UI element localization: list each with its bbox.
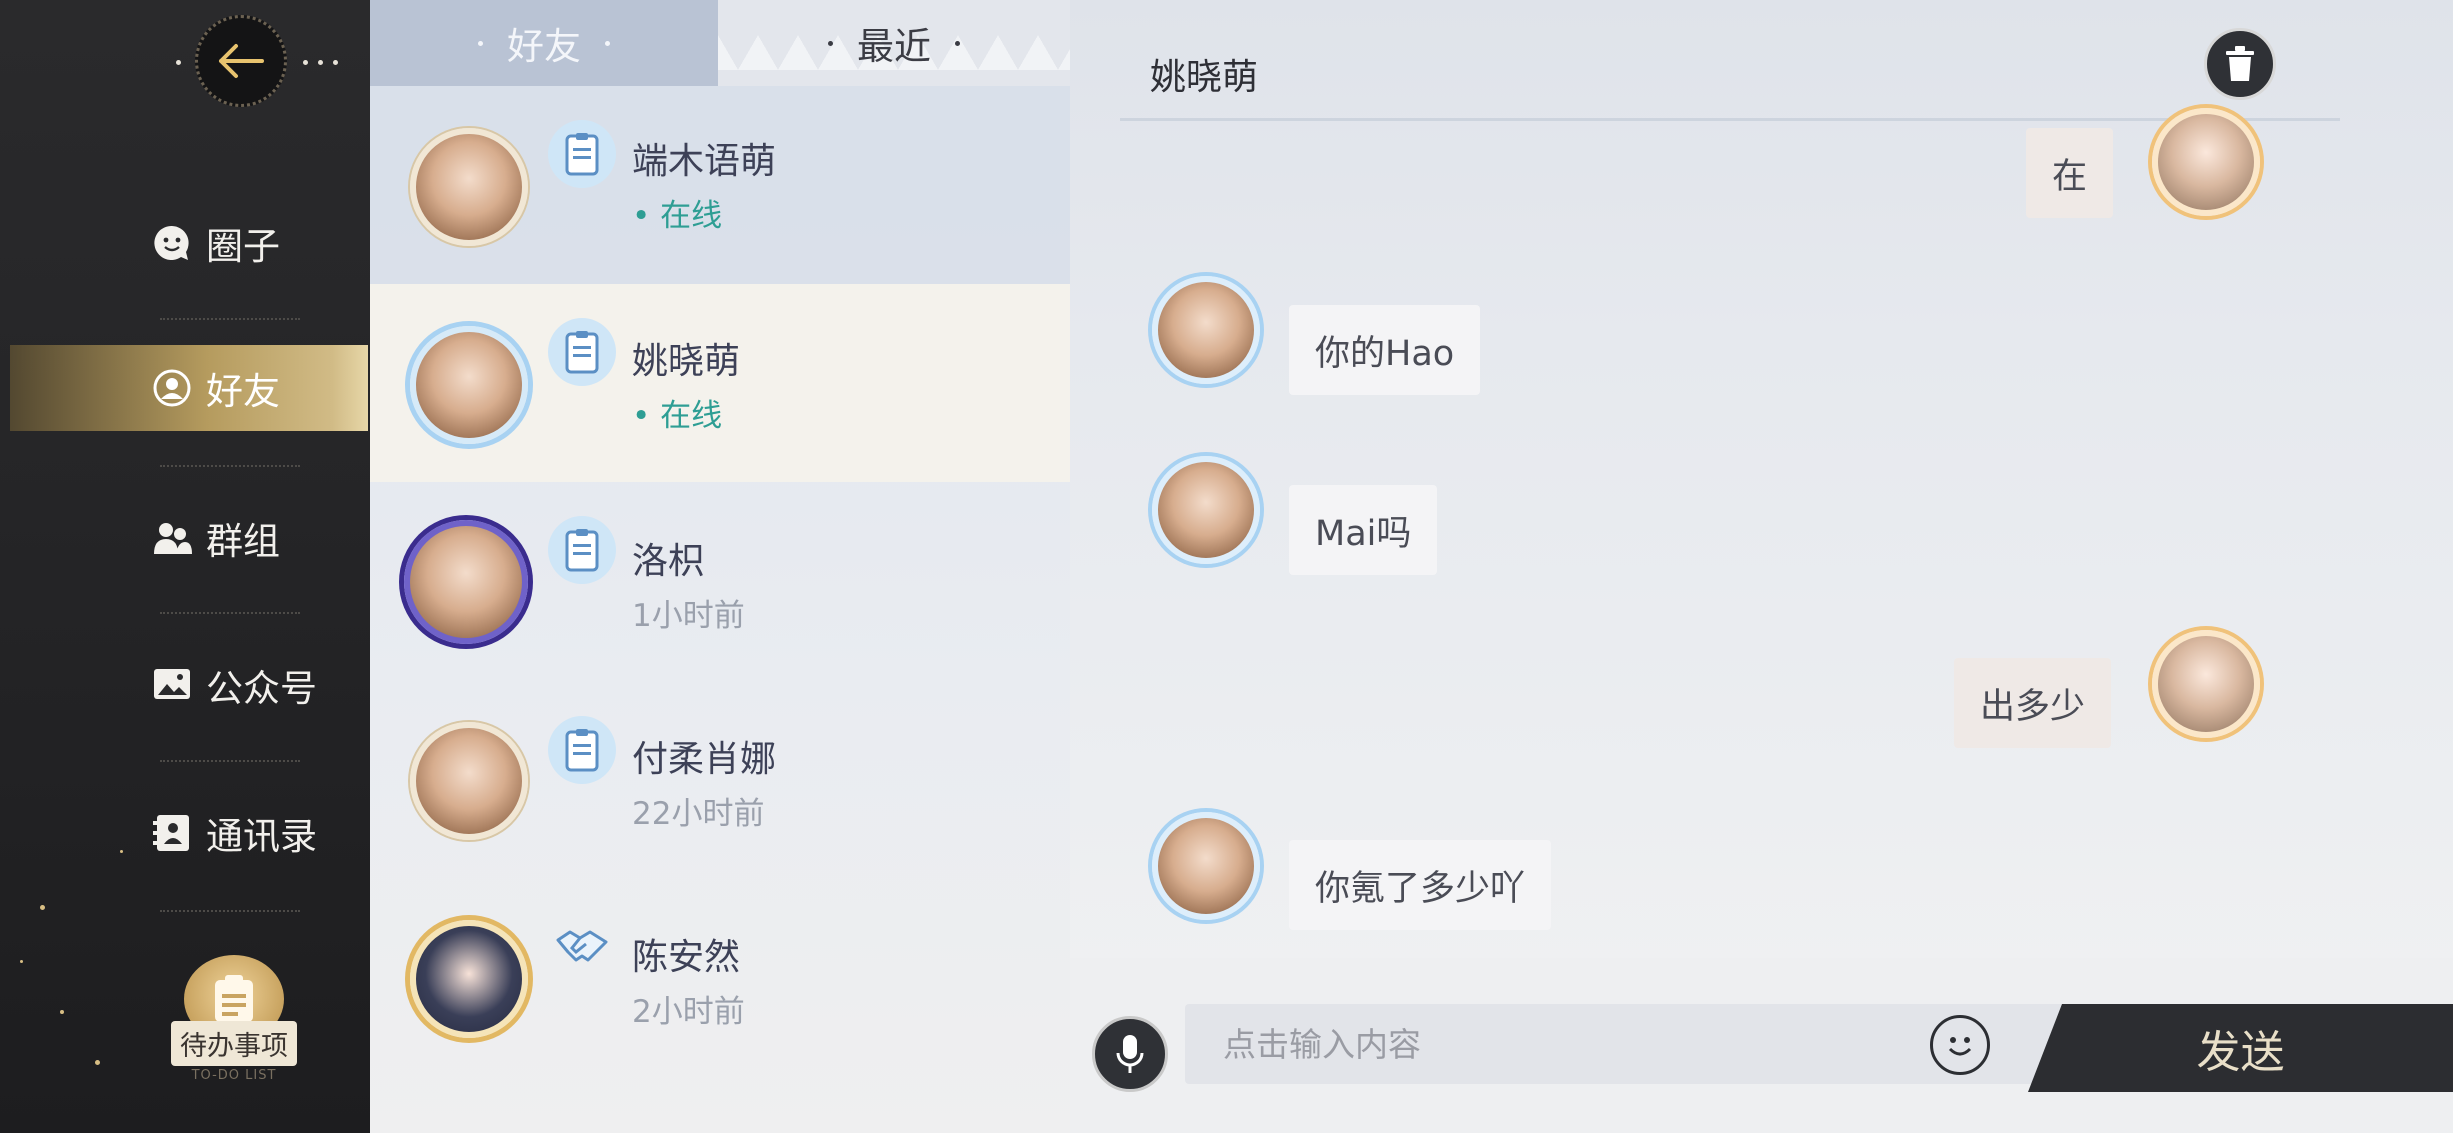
send-label: 发送 xyxy=(2196,1027,2285,1078)
friend-row[interactable]: 付柔肖娜 22小时前 xyxy=(370,680,1070,878)
friend-name: 姚晓萌 xyxy=(632,341,741,382)
friend-row[interactable]: 端木语萌 • 在线 xyxy=(370,86,1070,284)
friend-row[interactable]: 洛枳 1小时前 xyxy=(370,482,1070,680)
tab-label: 好友 xyxy=(507,25,581,68)
emoji-button[interactable] xyxy=(1930,1015,1990,1075)
chat-title: 姚晓萌 xyxy=(1150,57,1259,98)
tab-recent[interactable]: 最近 xyxy=(718,0,1070,86)
avatar xyxy=(410,722,528,840)
arrow-left-icon xyxy=(219,44,264,78)
back-button[interactable] xyxy=(195,15,287,107)
nav-item-label: 公众号 xyxy=(206,667,317,710)
nav-item-circle[interactable]: 圈子 xyxy=(10,200,368,286)
todo-label: 待办事项 xyxy=(171,1021,297,1066)
message-bubble-theirs: Mai吗 xyxy=(1289,485,1438,575)
smile-chat-icon xyxy=(154,225,189,260)
friend-icon xyxy=(153,369,191,407)
nav-item-label: 圈子 xyxy=(206,225,280,268)
friend-name: 洛枳 xyxy=(632,541,705,582)
nav-item-groups[interactable]: 群组 xyxy=(10,495,368,581)
todo-sublabel: TO-DO LIST xyxy=(191,1068,277,1083)
friend-name: 付柔肖娜 xyxy=(632,739,777,780)
friend-name: 端木语萌 xyxy=(632,141,777,182)
group-icon xyxy=(154,523,192,554)
friend-status: • 在线 xyxy=(632,198,723,234)
tab-label: 最近 xyxy=(857,25,931,68)
todo-button[interactable]: 待办事项 TO-DO LIST xyxy=(170,955,298,1083)
divider xyxy=(160,612,300,614)
friend-status: 22小时前 xyxy=(632,796,765,832)
message-bubble-theirs: 你的Hao xyxy=(1289,305,1481,395)
friend-row[interactable]: 陈安然 2小时前 xyxy=(370,878,1070,1076)
nav-item-label: 通讯录 xyxy=(206,815,317,858)
divider xyxy=(160,318,300,320)
message-bubble-mine: 在 xyxy=(2026,128,2114,218)
nav-item-official-accounts[interactable]: 公众号 xyxy=(10,642,368,728)
friend-status: 2小时前 xyxy=(632,994,745,1030)
side-navigation: 圈子 好友 群组 公众号 通讯录 待办事项 TO-DO LIST xyxy=(0,0,370,1133)
contact-avatar xyxy=(1152,276,1260,384)
status-text: 在线 xyxy=(660,398,723,434)
decorative-dots xyxy=(176,60,181,66)
voice-button[interactable] xyxy=(1092,1016,1168,1092)
chat-panel: 姚晓萌 在 你的Hao Mai吗 出多少 你氪了多少吖 点击输入内容 发送 xyxy=(1070,0,2453,1133)
tab-friends[interactable]: 好友 xyxy=(370,0,718,86)
nav-item-friends[interactable]: 好友 xyxy=(10,345,368,431)
avatar xyxy=(410,128,528,246)
friend-status: 1小时前 xyxy=(632,598,745,634)
avatar xyxy=(404,520,528,644)
clear-chat-button[interactable] xyxy=(2204,28,2276,100)
divider xyxy=(160,465,300,467)
send-button[interactable]: 发送 xyxy=(2028,1004,2453,1092)
divider xyxy=(160,910,300,912)
contact-avatar xyxy=(1152,456,1260,564)
notebook-icon xyxy=(548,318,616,386)
notebook-icon xyxy=(548,716,616,784)
list-tabs: 好友 最近 xyxy=(370,0,1070,86)
picture-icon xyxy=(154,669,190,699)
nav-item-contacts[interactable]: 通讯录 xyxy=(10,790,368,876)
divider xyxy=(1120,118,2340,121)
avatar xyxy=(410,920,528,1038)
microphone-icon xyxy=(1116,1035,1144,1073)
input-bar: 发送 xyxy=(1070,958,2453,1133)
contact-avatar xyxy=(1152,812,1260,920)
nav-item-label: 好友 xyxy=(206,370,280,413)
nav-item-label: 群组 xyxy=(206,520,280,563)
friend-status: • 在线 xyxy=(632,398,723,434)
status-text: 在线 xyxy=(660,198,723,234)
friends-list-panel: 好友 最近 端木语萌 • 在线 姚晓萌 • 在线 洛枳 1小时前 付柔肖娜 22… xyxy=(370,0,1070,1133)
handshake-icon xyxy=(548,914,616,982)
friend-row[interactable]: 姚晓萌 • 在线 xyxy=(370,284,1070,482)
my-avatar xyxy=(2152,630,2260,738)
message-bubble-theirs: 你氪了多少吖 xyxy=(1289,840,1552,930)
avatar xyxy=(410,326,528,444)
message-bubble-mine: 出多少 xyxy=(1954,658,2112,748)
notebook-icon xyxy=(548,516,616,584)
divider xyxy=(160,760,300,762)
clipboard-icon xyxy=(215,975,253,1022)
trash-icon xyxy=(2226,46,2254,81)
friend-name: 陈安然 xyxy=(632,937,741,978)
decorative-dots xyxy=(303,60,338,66)
smiley-icon xyxy=(1948,1037,1972,1056)
my-avatar xyxy=(2152,108,2260,216)
contacts-icon xyxy=(153,815,189,851)
notebook-icon xyxy=(548,120,616,188)
